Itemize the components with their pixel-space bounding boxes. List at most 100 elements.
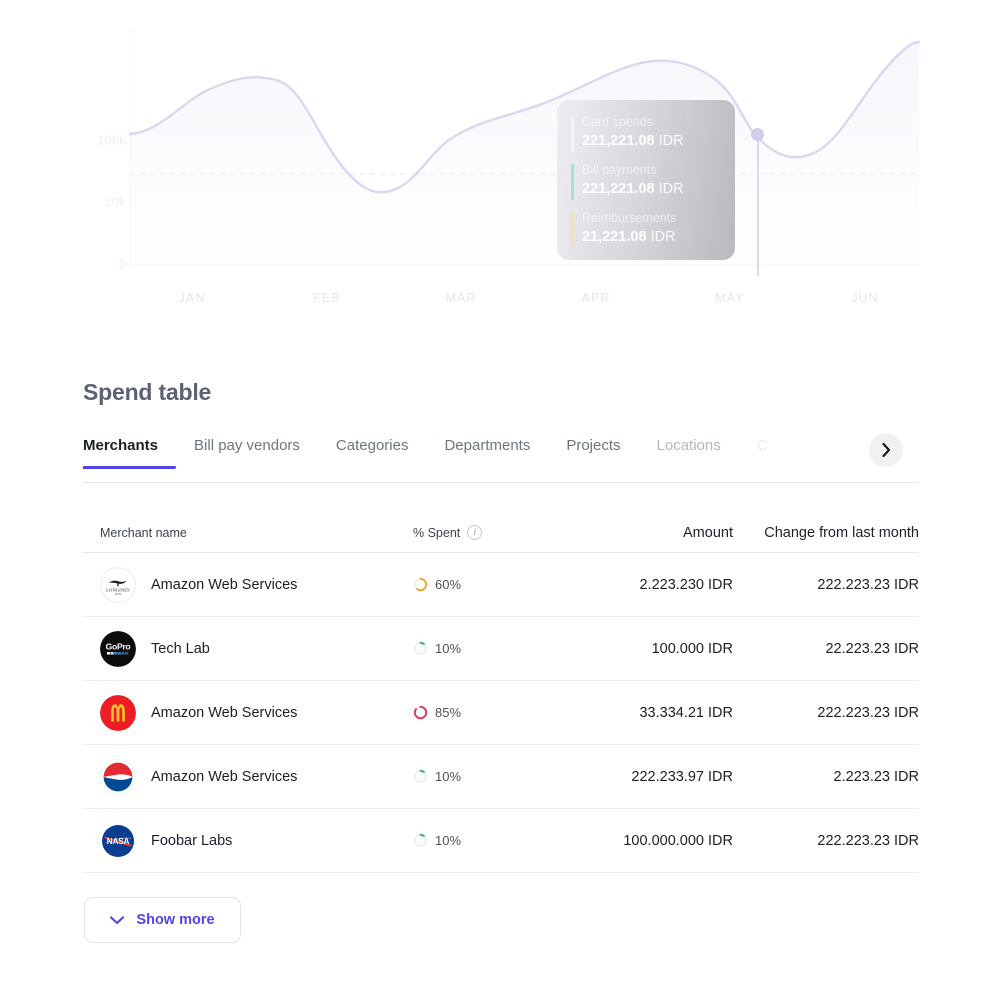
pepsi-logo (100, 758, 136, 795)
merchant-name: Tech Lab (151, 640, 210, 657)
donut-progress-icon (413, 833, 428, 848)
tooltip-label-card-spends: Card spends (582, 115, 653, 129)
x-tick-apr: APR (581, 291, 611, 305)
y-tick-50k: 50k (104, 194, 126, 210)
change-cell: 222.223.23 IDR (817, 704, 919, 721)
merchant-cell: NASA Foobar Labs (83, 822, 413, 859)
nasa-logo-icon: NASA (100, 822, 136, 859)
merchant-name: Amazon Web Services (151, 768, 298, 785)
mcdonalds-logo-icon (100, 694, 136, 731)
show-more-button[interactable]: Show more (84, 897, 241, 943)
tooltip-accent-bar-reimbursements (571, 212, 574, 248)
spend-chart: 100k 50k 0 Card spends 221,221.08 IDR Bi… (0, 0, 1000, 330)
tab-locations[interactable]: Locations (657, 437, 721, 469)
column-header-percent-spent-label: % Spent (413, 525, 461, 540)
tooltip-row-card-spends: Card spends 221,221.08 IDR (571, 114, 735, 152)
x-tick-jan: JAN (178, 291, 206, 305)
tooltip-currency-reimbursements: IDR (650, 229, 676, 245)
pepsi-logo-icon (100, 758, 136, 795)
percent-spent-value: 10% (435, 833, 462, 848)
longines-logo-icon: LONGINES 1832 (100, 566, 136, 603)
svg-text:NASA: NASA (107, 837, 130, 846)
column-header-percent-spent: % Spent i (413, 525, 543, 540)
merchant-name: Amazon Web Services (151, 576, 298, 593)
tooltip-amount-reimbursements: 21,221.08 (582, 229, 647, 245)
table-header-row: Merchant name % Spent i Amount Change fr… (83, 513, 919, 553)
chevron-right-icon (881, 443, 890, 457)
donut-progress-icon (413, 641, 428, 656)
chart-plot-area (128, 28, 921, 266)
amount-cell: 2.223.230 IDR (639, 576, 733, 593)
tab-categories[interactable]: Categories (336, 437, 409, 469)
table-row[interactable]: Amazon Web Services 10% 222.233.97 IDR 2… (83, 745, 919, 809)
mcdonalds-logo (100, 694, 136, 731)
x-tick-mar: MAR (445, 291, 477, 305)
percent-spent-value: 10% (435, 641, 462, 656)
tooltip-amount-card-spends: 221,221.08 (582, 133, 655, 149)
info-icon[interactable]: i (467, 525, 483, 540)
tooltip-label-bill-payments: Bill payments (582, 163, 657, 177)
tab-bill-pay-vendors[interactable]: Bill pay vendors (194, 437, 300, 469)
percent-spent-cell: 60% (413, 577, 543, 592)
tab-departments[interactable]: Departments (444, 437, 530, 469)
svg-text:1832: 1832 (115, 592, 122, 596)
chart-hover-marker[interactable] (751, 128, 764, 141)
tooltip-row-bill-payments: Bill payments 221,221.08 IDR (571, 162, 735, 200)
y-tick-0: 0 (118, 256, 126, 272)
tabs-strip: Merchants Bill pay vendors Categories De… (83, 437, 919, 482)
tooltip-amount-bill-payments: 221,221.08 (582, 181, 655, 197)
percent-spent-value: 60% (435, 577, 462, 592)
table-row[interactable]: LONGINES 1832 Amazon Web Services 60% 2.… (83, 553, 919, 617)
x-tick-feb: FEB (313, 291, 341, 305)
table-row[interactable]: NASA Foobar Labs 10% 100.000.000 IDR 222… (83, 809, 919, 873)
amount-cell: 100.000.000 IDR (623, 832, 733, 849)
merchant-name: Foobar Labs (151, 832, 233, 849)
chevron-down-icon (110, 915, 125, 924)
tooltip-currency-card-spends: IDR (658, 133, 684, 149)
y-tick-100k: 100k (97, 132, 126, 148)
tabs-divider (83, 482, 919, 483)
x-tick-jun: JUN (851, 291, 879, 305)
chart-y-axis: 100k 50k 0 (86, 28, 126, 272)
tabs-next-button[interactable] (869, 433, 903, 467)
change-cell: 22.223.23 IDR (825, 640, 919, 657)
percent-spent-value: 85% (435, 705, 462, 720)
table-row[interactable]: GoPro Tech Lab 10% 100.000 IDR 22.223.23… (83, 617, 919, 681)
merchant-cell: Amazon Web Services (83, 694, 413, 731)
amount-cell: 100.000 IDR (651, 640, 733, 657)
tooltip-label-reimbursements: Reimbursements (582, 211, 677, 225)
chart-crosshair-line (757, 134, 759, 276)
spend-table-tabs: Merchants Bill pay vendors Categories De… (83, 433, 919, 485)
change-cell: 222.223.23 IDR (817, 576, 919, 593)
merchant-cell: Amazon Web Services (83, 758, 413, 795)
percent-spent-cell: 10% (413, 769, 543, 784)
spend-table: Merchant name % Spent i Amount Change fr… (83, 513, 919, 873)
nasa-logo: NASA (100, 822, 136, 859)
tab-projects[interactable]: Projects (566, 437, 620, 469)
show-more-label: Show more (136, 912, 215, 928)
percent-spent-cell: 10% (413, 833, 543, 848)
tooltip-value-reimbursements: 21,221.08 IDR (582, 227, 735, 247)
tooltip-accent-bar-card-spends (571, 116, 574, 152)
longines-logo: LONGINES 1832 (100, 566, 136, 603)
donut-progress-icon (413, 705, 428, 720)
percent-spent-value: 10% (435, 769, 462, 784)
tab-overflow-partial[interactable]: C (757, 437, 768, 469)
donut-progress-icon (413, 769, 428, 784)
merchant-name: Amazon Web Services (151, 704, 298, 721)
spend-dashboard-page: 100k 50k 0 Card spends 221,221.08 IDR Bi… (0, 0, 1000, 1000)
merchant-cell: LONGINES 1832 Amazon Web Services (83, 566, 413, 603)
svg-text:GoPro: GoPro (106, 641, 131, 651)
chart-line-svg (128, 28, 921, 266)
chart-x-axis: JAN FEB MAR APR MAY JUN (130, 291, 919, 311)
table-row[interactable]: Amazon Web Services 85% 33.334.21 IDR 22… (83, 681, 919, 745)
amount-cell: 222.233.97 IDR (631, 768, 733, 785)
chart-tooltip: Card spends 221,221.08 IDR Bill payments… (557, 100, 735, 260)
page-title: Spend table (83, 379, 212, 405)
tooltip-value-card-spends: 221,221.08 IDR (582, 131, 735, 151)
column-header-amount: Amount (683, 524, 733, 541)
tooltip-accent-bar-bill-payments (571, 164, 574, 200)
tab-merchants[interactable]: Merchants (83, 437, 177, 469)
tooltip-value-bill-payments: 221,221.08 IDR (582, 179, 735, 199)
tooltip-currency-bill-payments: IDR (658, 181, 684, 197)
